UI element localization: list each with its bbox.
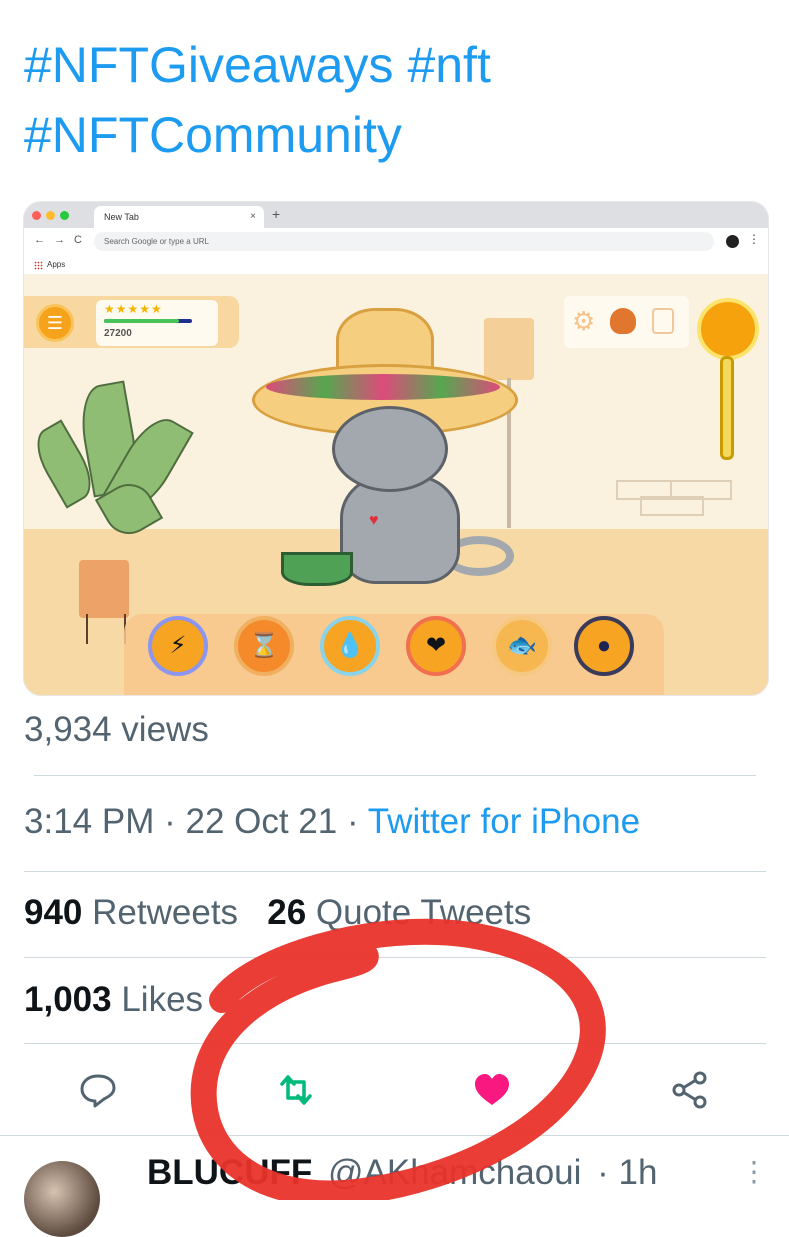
tab-close-icon: × [250, 211, 256, 222]
quote-tweets-link[interactable]: 26 Quote Tweets [267, 893, 531, 932]
browser-tab: New Tab × [94, 206, 264, 228]
tweet-time[interactable]: 3:14 PM [24, 802, 154, 841]
floor-lamp-shade [484, 318, 534, 380]
tweet-timestamp-line: 3:14 PM · 22 Oct 21 · Twitter for iPhone [24, 802, 640, 842]
maximize-window-dot [60, 211, 69, 220]
browser-address-bar: Search Google or type a URL [94, 232, 714, 251]
hashtag-link[interactable]: #NFTCommunity [24, 107, 402, 163]
engagement-metrics: 940 Retweets 26 Quote Tweets [24, 893, 531, 933]
heart-icon: ❤ [406, 616, 466, 676]
browser-tabstrip: New Tab × + [24, 202, 768, 228]
player-stats-card: ★★★★★ 27200 [96, 300, 218, 346]
gear-icon: ⚙ [572, 306, 596, 336]
reply-time: · 1h [597, 1153, 658, 1192]
back-icon: ← [34, 234, 45, 246]
forward-icon: → [54, 234, 65, 246]
xp-progress-fill [104, 319, 179, 323]
retweets-label: Retweets [92, 893, 239, 932]
tweet-hashtags: #NFTGiveaways #nft #NFTCommunity [24, 30, 764, 170]
share-icon[interactable] [670, 1070, 710, 1110]
game-toolbar: ⚙ [564, 296, 689, 348]
cat-coin-meter [720, 356, 734, 460]
cat-head [332, 406, 448, 492]
profile-avatar-icon [726, 235, 739, 248]
reload-icon: C [74, 234, 82, 246]
quote-tweets-label: Quote Tweets [315, 893, 532, 932]
divider [24, 1043, 766, 1044]
new-tab-icon: + [272, 206, 281, 222]
food-bowl [281, 552, 353, 586]
divider [24, 957, 766, 958]
reply-tweet[interactable]: BLUCUFF @AKhamchaoui · 1h ⋮ [0, 1137, 789, 1237]
close-window-dot [32, 211, 41, 220]
heart-collar-icon: ♥ [369, 512, 379, 529]
display-name: BLUCUFF [147, 1153, 313, 1192]
fox-avatar-icon [610, 308, 636, 334]
tweet-action-bar [0, 1060, 789, 1122]
divider [24, 871, 766, 872]
browser-toolbar: ← → C Search Google or type a URL ⋮ [24, 228, 768, 256]
apps-grid-icon [34, 261, 43, 270]
shopping-bag-icon [652, 308, 674, 334]
likes-link[interactable]: 1,003 Likes [24, 980, 203, 1020]
apps-bookmark: Apps [47, 260, 66, 269]
separator-dot: · [346, 802, 359, 841]
retweet-icon[interactable] [276, 1070, 316, 1110]
separator-dot: · [164, 802, 176, 841]
divider [0, 1135, 789, 1136]
view-count[interactable]: 3,934 views [24, 710, 209, 750]
sombrero-band [266, 374, 500, 400]
xp-progress-bar [104, 319, 192, 323]
like-heart-icon[interactable] [472, 1070, 512, 1110]
game-scene: ☰ ★★★★★ 27200 ⚙ ♥ ⚡ ⌛ 💧 ❤ 🐟 ● [24, 274, 768, 695]
cat-coin-icon [697, 298, 759, 360]
energy-icon: ⚡ [148, 616, 208, 676]
like-count: 1,003 [24, 980, 112, 1019]
hamburger-menu-icon: ☰ [36, 304, 74, 342]
reply-author[interactable]: BLUCUFF @AKhamchaoui · 1h [147, 1153, 657, 1193]
plant-stand [86, 614, 126, 644]
avatar[interactable] [24, 1161, 100, 1237]
water-drop-icon: 💧 [320, 616, 380, 676]
retweet-count: 940 [24, 893, 83, 932]
player-hud: ☰ ★★★★★ 27200 [24, 296, 239, 348]
tweet-date[interactable]: 22 Oct 21 [185, 802, 337, 841]
quote-count: 26 [267, 893, 307, 932]
user-handle: @AKhamchaoui [327, 1153, 582, 1192]
hashtag-link[interactable]: #nft [407, 37, 490, 93]
hashtag-link[interactable]: #NFTGiveaways [24, 37, 394, 93]
source-client-link[interactable]: Twitter for iPhone [368, 802, 640, 841]
star-rating-icon: ★★★★★ [104, 302, 163, 316]
reply-icon[interactable] [78, 1070, 118, 1110]
plant-pot [79, 560, 129, 618]
likes-label: Likes [121, 980, 204, 1019]
browser-tab-title: New Tab [104, 212, 139, 222]
hourglass-icon: ⌛ [234, 616, 294, 676]
divider [34, 775, 756, 776]
bookmarks-bar: Apps [24, 256, 768, 275]
minimize-window-dot [46, 211, 55, 220]
retweets-link[interactable]: 940 Retweets [24, 893, 238, 932]
browser-menu-icon: ⋮ [748, 232, 760, 246]
more-options-icon[interactable]: ⋮ [740, 1155, 768, 1188]
coin-count: 27200 [104, 328, 132, 339]
paw-icon: ● [574, 616, 634, 676]
fish-icon: 🐟 [492, 616, 552, 676]
wall-brick [640, 496, 704, 516]
tweet-media-image[interactable]: New Tab × + ← → C Search Google or type … [23, 201, 769, 696]
